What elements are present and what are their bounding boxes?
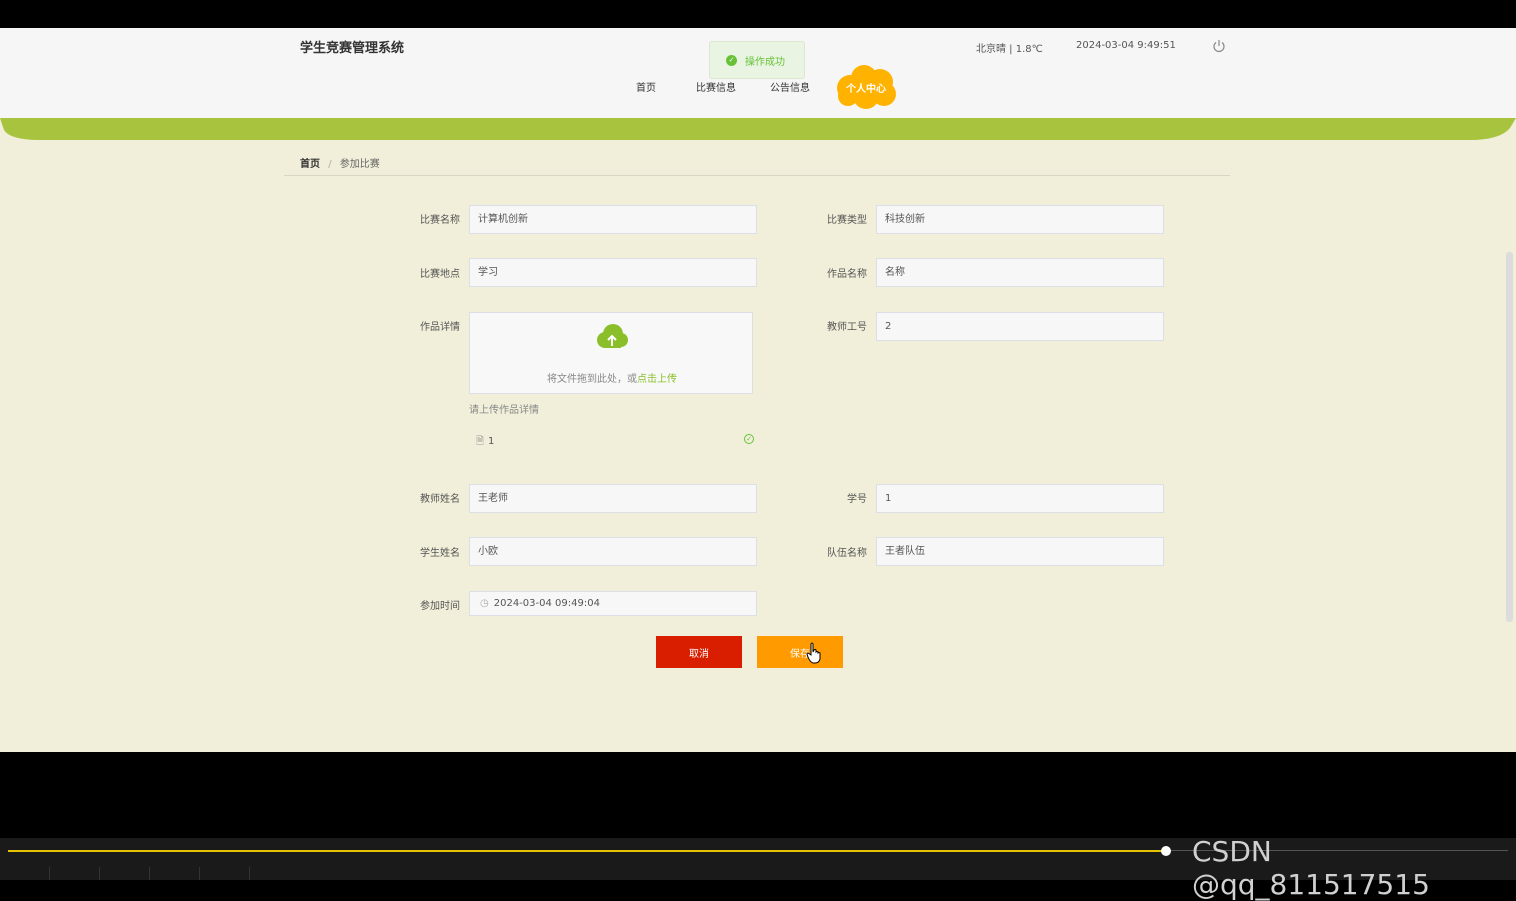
teacher-id-input[interactable]: 2	[876, 312, 1164, 341]
app-window: 学生竞赛管理系统 ✓ 操作成功 首页 比赛信息 公告信息 个人中心 北京晴 | …	[0, 28, 1516, 752]
toast-text: 操作成功	[745, 56, 785, 68]
scrollbar[interactable]	[1506, 252, 1513, 622]
player-control-segment	[50, 867, 100, 880]
weather-text: 北京晴 | 1.8℃	[976, 44, 1043, 55]
student-name-label: 学生姓名	[420, 548, 460, 559]
clock-icon: ◷	[480, 598, 489, 609]
watermark: CSDN @qq_811517515	[1192, 835, 1430, 901]
join-time-value: 2024-03-04 09:49:04	[493, 598, 600, 609]
site-title: 学生竞赛管理系统	[300, 41, 405, 56]
teacher-name-label: 教师姓名	[420, 494, 460, 505]
nav-personal-label: 个人中心	[846, 84, 886, 95]
competition-name-input[interactable]: 计算机创新	[469, 205, 757, 234]
teacher-id-label: 教师工号	[827, 322, 867, 333]
datetime-text: 2024-03-04 9:49:51	[1076, 40, 1176, 51]
breadcrumb-separator: /	[328, 159, 332, 170]
nav-personal-center[interactable]: 个人中心	[834, 64, 898, 110]
player-control-segment	[200, 867, 250, 880]
upload-dropzone[interactable]: 将文件拖到此处，或点击上传	[469, 312, 753, 394]
uploaded-file-name: 1	[488, 436, 495, 447]
uploaded-file-item[interactable]: 🗎 1 ✓	[476, 434, 754, 448]
decorative-green-band	[0, 118, 1516, 140]
player-control-segment	[100, 867, 150, 880]
breadcrumb: 首页 / 参加比赛	[300, 155, 380, 170]
divider	[284, 175, 1230, 176]
competition-place-label: 比赛地点	[420, 269, 460, 280]
work-detail-label: 作品详情	[420, 322, 460, 333]
join-time-label: 参加时间	[420, 601, 460, 612]
upload-link[interactable]: 点击上传	[637, 374, 677, 385]
cancel-button[interactable]: 取消	[656, 636, 742, 668]
upload-hint-text: 将文件拖到此处，或	[547, 374, 637, 385]
player-control-segment	[150, 867, 200, 880]
progress-played[interactable]	[8, 850, 1166, 852]
nav-competition-info[interactable]: 比赛信息	[696, 79, 736, 94]
work-name-input[interactable]: 名称	[876, 258, 1164, 287]
competition-name-label: 比赛名称	[420, 215, 460, 226]
progress-knob[interactable]	[1161, 846, 1171, 856]
video-player-bar: CSDN @qq_811517515	[0, 835, 1516, 901]
work-name-label: 作品名称	[827, 269, 867, 280]
power-icon[interactable]	[1212, 39, 1226, 53]
upload-tip: 请上传作品详情	[469, 405, 539, 416]
breadcrumb-current: 参加比赛	[339, 159, 380, 170]
student-id-input[interactable]: 1	[876, 484, 1164, 513]
student-name-input[interactable]: 小欧	[469, 537, 757, 566]
nav-home[interactable]: 首页	[636, 79, 656, 94]
success-toast: ✓ 操作成功	[709, 41, 805, 79]
competition-type-input[interactable]: 科技创新	[876, 205, 1164, 234]
competition-type-label: 比赛类型	[827, 215, 867, 226]
success-check-icon: ✓	[744, 434, 754, 444]
breadcrumb-home[interactable]: 首页	[300, 159, 320, 170]
upload-hint: 将文件拖到此处，或点击上传	[470, 370, 754, 385]
competition-place-input[interactable]: 学习	[469, 258, 757, 287]
student-id-label: 学号	[847, 494, 867, 505]
document-icon: 🗎	[476, 436, 485, 447]
nav-announcement[interactable]: 公告信息	[770, 79, 810, 94]
team-name-label: 队伍名称	[827, 548, 867, 559]
join-time-picker[interactable]: ◷ 2024-03-04 09:49:04	[469, 591, 757, 616]
teacher-name-input[interactable]: 王老师	[469, 484, 757, 513]
hand-cursor-icon	[806, 642, 821, 664]
team-name-input[interactable]: 王者队伍	[876, 537, 1164, 566]
save-button[interactable]: 保存	[757, 636, 843, 668]
check-circle-icon: ✓	[726, 54, 737, 66]
top-header: 学生竞赛管理系统 ✓ 操作成功 首页 比赛信息 公告信息 个人中心 北京晴 | …	[0, 28, 1516, 118]
player-control-segment	[0, 867, 50, 880]
cloud-upload-icon	[597, 324, 628, 348]
